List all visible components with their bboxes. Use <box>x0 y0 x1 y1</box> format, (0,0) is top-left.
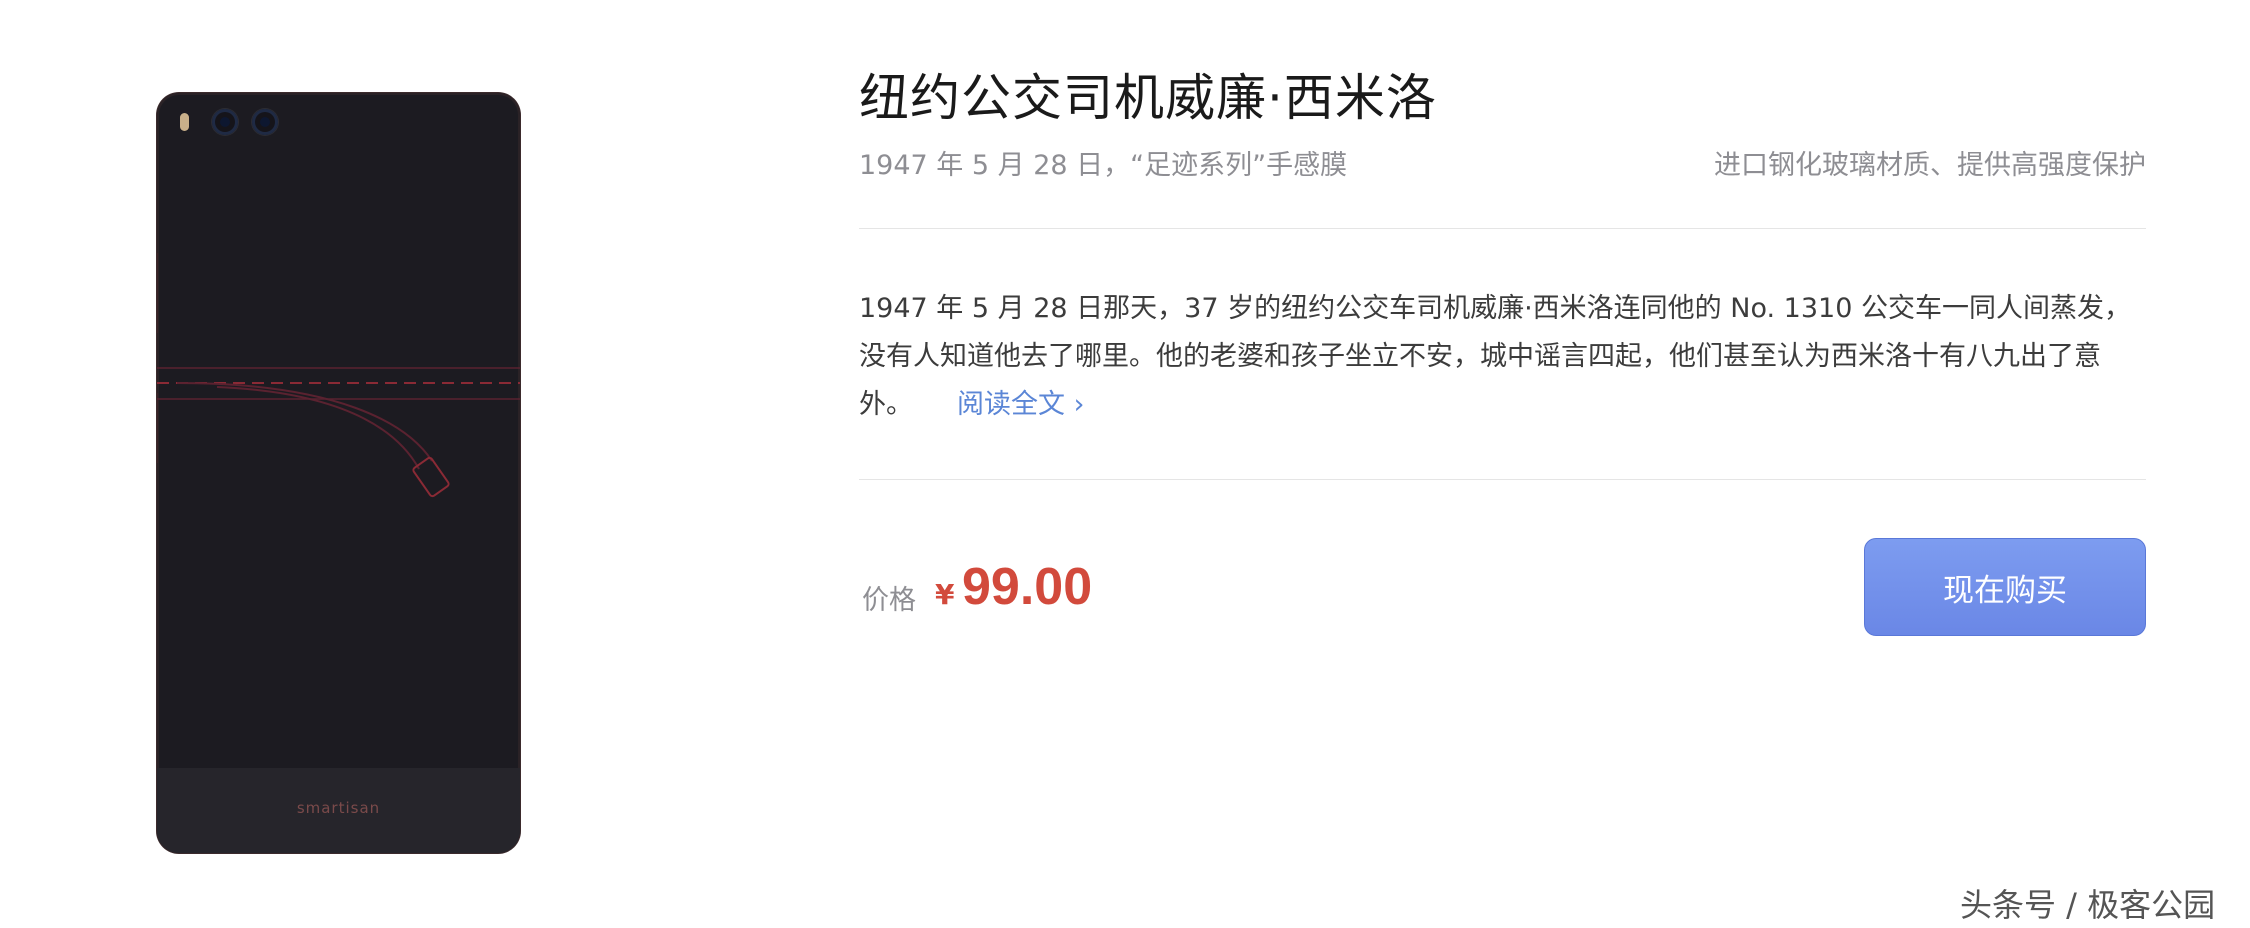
footprint-pattern <box>157 367 520 498</box>
product-subtitle: 1947 年 5 月 28 日，“足迹系列”手感膜 <box>859 150 1348 181</box>
product-feature: 进口钢化玻璃材质、提供高强度保护 <box>1714 150 2146 181</box>
product-description: 1947 年 5 月 28 日那天，37 岁的纽约公交车司机威廉·西米洛连同他的… <box>859 285 2146 429</box>
phone-brand-logo: smartisan <box>296 799 381 817</box>
divider <box>859 228 2146 229</box>
buy-now-button[interactable]: 现在购买 <box>1864 538 2146 636</box>
watermark: 头条号 / 极客公园 <box>1960 886 2216 924</box>
read-more-link[interactable]: 阅读全文 › <box>957 389 1084 420</box>
divider <box>859 479 2146 480</box>
product-title: 纽约公交司机威廉·西米洛 <box>859 69 1437 127</box>
currency-symbol: ¥ <box>935 578 955 611</box>
price-label: 价格 <box>862 585 916 616</box>
price-value: 99.00 <box>962 558 1093 616</box>
product-image-phone: smartisan <box>157 93 520 853</box>
